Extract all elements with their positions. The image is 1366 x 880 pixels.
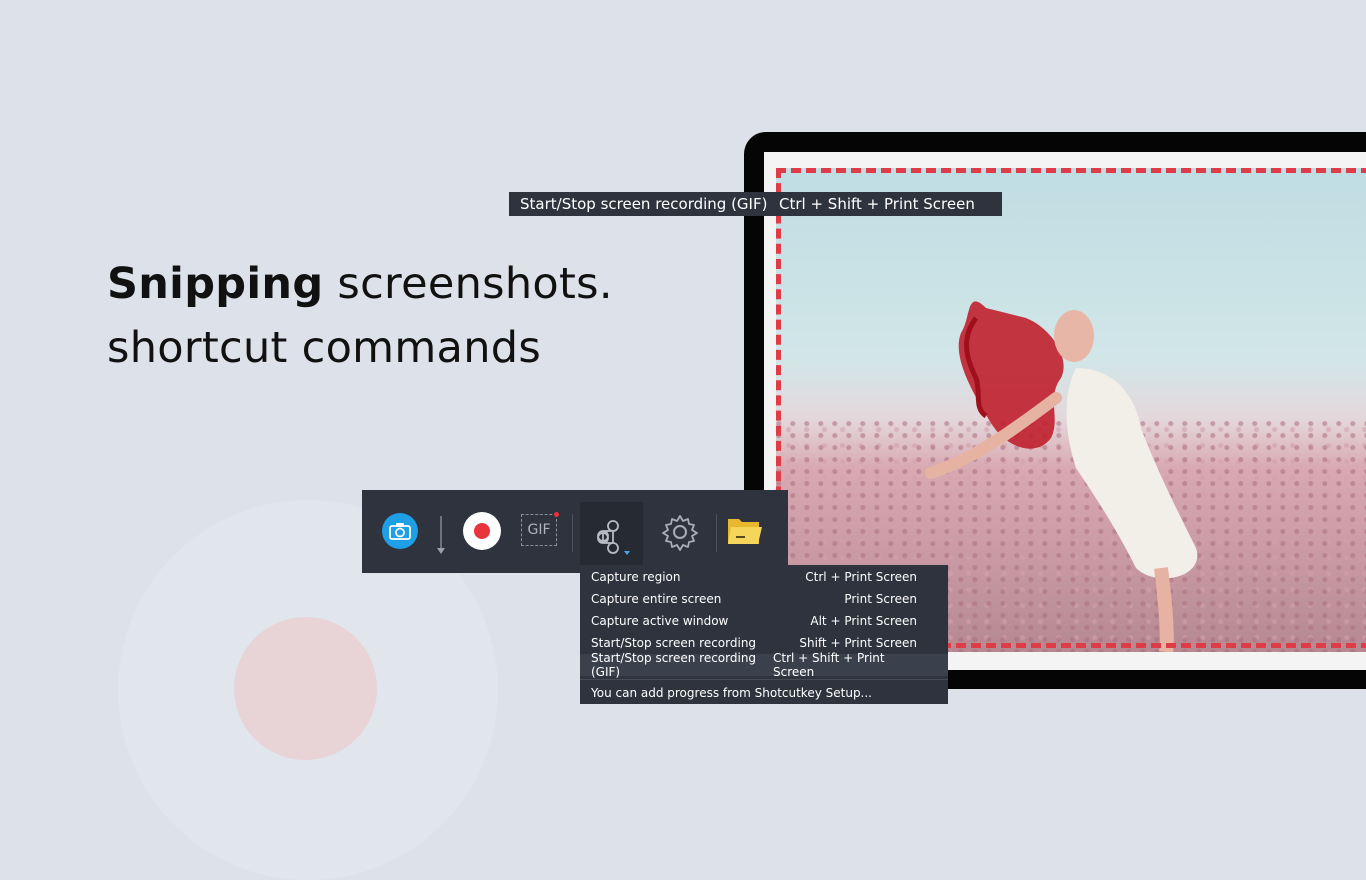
headline-rest: screenshots. (323, 259, 613, 309)
toolbar-separator (572, 514, 573, 552)
menu-item-label: Capture active window (591, 614, 729, 628)
menu-item-label: Start/Stop screen recording (GIF) (591, 651, 757, 679)
headline-bold-word: Snipping (107, 259, 324, 309)
shortcut-menu-button[interactable] (580, 502, 643, 573)
gif-icon: GIF (527, 522, 551, 538)
camera-button[interactable] (382, 513, 418, 549)
menu-footer-link[interactable]: You can add progress from Shotcutkey Set… (591, 685, 872, 701)
record-button[interactable] (463, 512, 501, 550)
command-key-icon (596, 519, 630, 555)
settings-button[interactable] (660, 512, 700, 552)
tooltip-shortcut: Ctrl + Shift + Print Screen (779, 195, 975, 213)
gif-record-dot (554, 512, 559, 517)
gear-icon (662, 515, 698, 551)
record-icon (474, 523, 490, 539)
menu-item-screen-recording-gif[interactable]: Start/Stop screen recording (GIF) Ctrl +… (580, 651, 948, 679)
menu-item-shortcut: Ctrl + Shift + Print Screen (772, 651, 885, 679)
menu-item-capture-active-window[interactable]: Capture active window Alt + Print Screen (580, 610, 948, 632)
capture-toolbar: GIF (362, 490, 788, 573)
headline: Snipping screenshots. shortcut commands (107, 252, 613, 380)
shortcut-tooltip: Start/Stop screen recording (GIF) Ctrl +… (509, 192, 1002, 216)
decorative-circle-pink (234, 617, 377, 760)
open-folder-button[interactable] (726, 514, 764, 548)
tooltip-label: Start/Stop screen recording (GIF) (520, 195, 768, 213)
menu-item-label: Capture entire screen (591, 592, 722, 606)
menu-item-shortcut: Ctrl + Print Screen (805, 570, 917, 584)
menu-item-label: Start/Stop screen recording (591, 636, 757, 650)
toolbar-separator (716, 514, 717, 552)
menu-item-shortcut: Alt + Print Screen (810, 614, 917, 628)
camera-icon (389, 523, 411, 540)
folder-icon (728, 519, 762, 544)
headline-line-1: Snipping screenshots. (107, 252, 613, 316)
menu-item-shortcut: Print Screen (844, 592, 917, 606)
menu-item-label: Capture region (591, 570, 681, 584)
shortcut-menu: Capture region Ctrl + Print Screen Captu… (580, 565, 948, 704)
capture-options-dropdown[interactable] (432, 514, 450, 556)
headline-line-2: shortcut commands (107, 323, 542, 373)
menu-divider (580, 679, 948, 680)
menu-item-shortcut: Shift + Print Screen (799, 636, 917, 650)
arrow-down-icon (437, 516, 445, 554)
chevron-down-icon (623, 550, 630, 555)
gif-record-button[interactable]: GIF (521, 512, 559, 546)
menu-item-capture-region[interactable]: Capture region Ctrl + Print Screen (580, 566, 948, 588)
menu-item-capture-entire-screen[interactable]: Capture entire screen Print Screen (580, 588, 948, 610)
